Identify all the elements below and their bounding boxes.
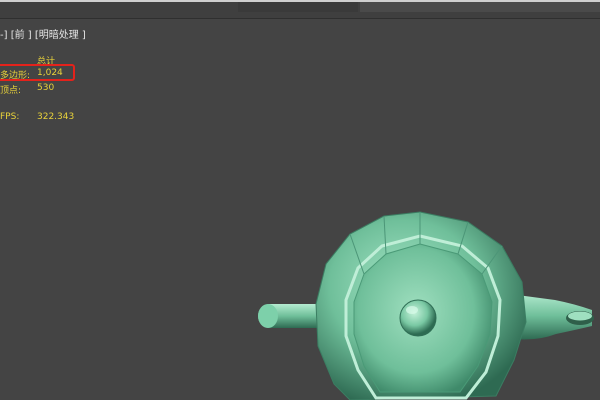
viewport-front[interactable]: -] [前 ] [明暗处理 ] 总计 多边形: 1,024 顶点: 530 FP… [0, 0, 600, 400]
teapot-model[interactable] [0, 0, 600, 400]
teapot-lid-knob [399, 299, 437, 337]
